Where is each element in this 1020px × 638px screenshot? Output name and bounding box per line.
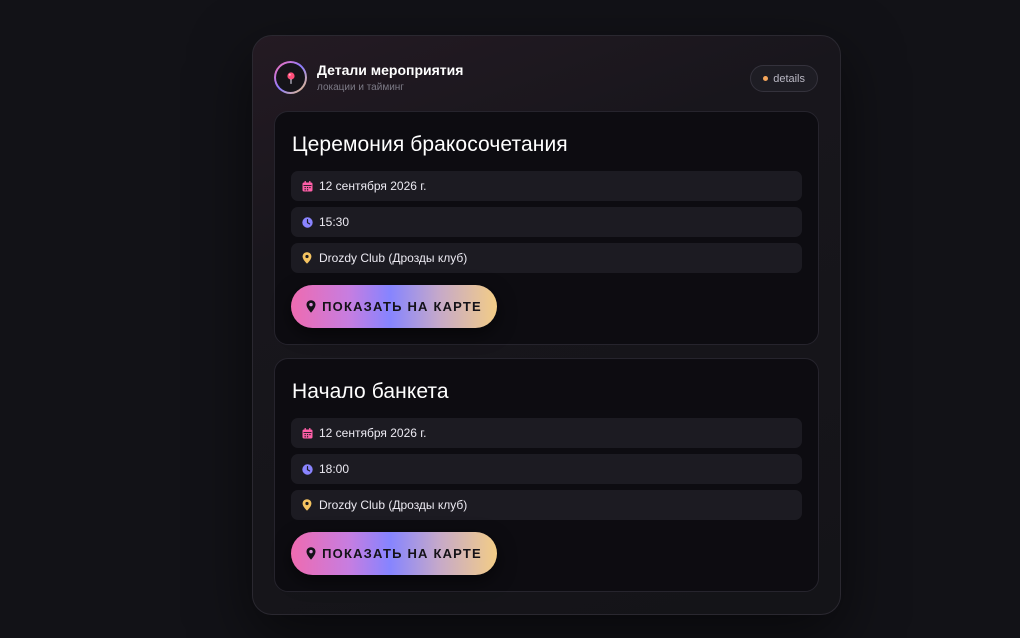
event-time: 15:30 [319,215,350,229]
page-title: Детали мероприятия [317,62,464,78]
event-time: 18:00 [319,462,350,476]
status-dot [763,76,769,81]
clock-icon [301,463,313,475]
event-date-row: 12 сентября 2026 г. [291,171,802,201]
event-location: Drozdy Club (Дрозды клуб) [319,498,468,512]
event-location-row: Drozdy Club (Дрозды клуб) [291,490,802,520]
header-logo [274,61,307,94]
location-pin-icon [301,252,313,264]
event-card-ceremony: Церемония бракосочетания 12 сентября 202… [274,111,819,345]
calendar-icon [301,427,313,439]
calendar-icon [301,180,313,192]
event-details-panel: Детали мероприятия локации и тайминг det… [252,35,841,615]
event-location-row: Drozdy Club (Дрозды клуб) [291,243,802,273]
show-on-map-label: ПОКАЗАТЬ НА КАРТЕ [322,546,482,561]
event-time-row: 15:30 [291,207,802,237]
event-title: Церемония бракосочетания [292,133,568,156]
map-pin-icon [286,71,295,84]
clock-icon [301,216,313,228]
event-date: 12 сентября 2026 г. [319,179,427,193]
event-date: 12 сентября 2026 г. [319,426,427,440]
event-card-banquet: Начало банкета 12 сентября 2026 г. 18:00… [274,358,819,592]
show-on-map-button[interactable]: ПОКАЗАТЬ НА КАРТЕ [291,532,497,575]
map-pin-icon [306,300,316,313]
event-location: Drozdy Club (Дрозды клуб) [319,251,468,265]
event-time-row: 18:00 [291,454,802,484]
details-badge[interactable]: details [750,65,818,92]
page-subtitle: локации и тайминг [317,82,404,93]
event-date-row: 12 сентября 2026 г. [291,418,802,448]
show-on-map-label: ПОКАЗАТЬ НА КАРТЕ [322,299,482,314]
map-pin-icon [306,547,316,560]
location-pin-icon [301,499,313,511]
panel-header: Детали мероприятия локации и тайминг det… [274,60,818,94]
details-badge-label: details [773,72,805,85]
event-title: Начало банкета [292,380,449,403]
show-on-map-button[interactable]: ПОКАЗАТЬ НА КАРТЕ [291,285,497,328]
